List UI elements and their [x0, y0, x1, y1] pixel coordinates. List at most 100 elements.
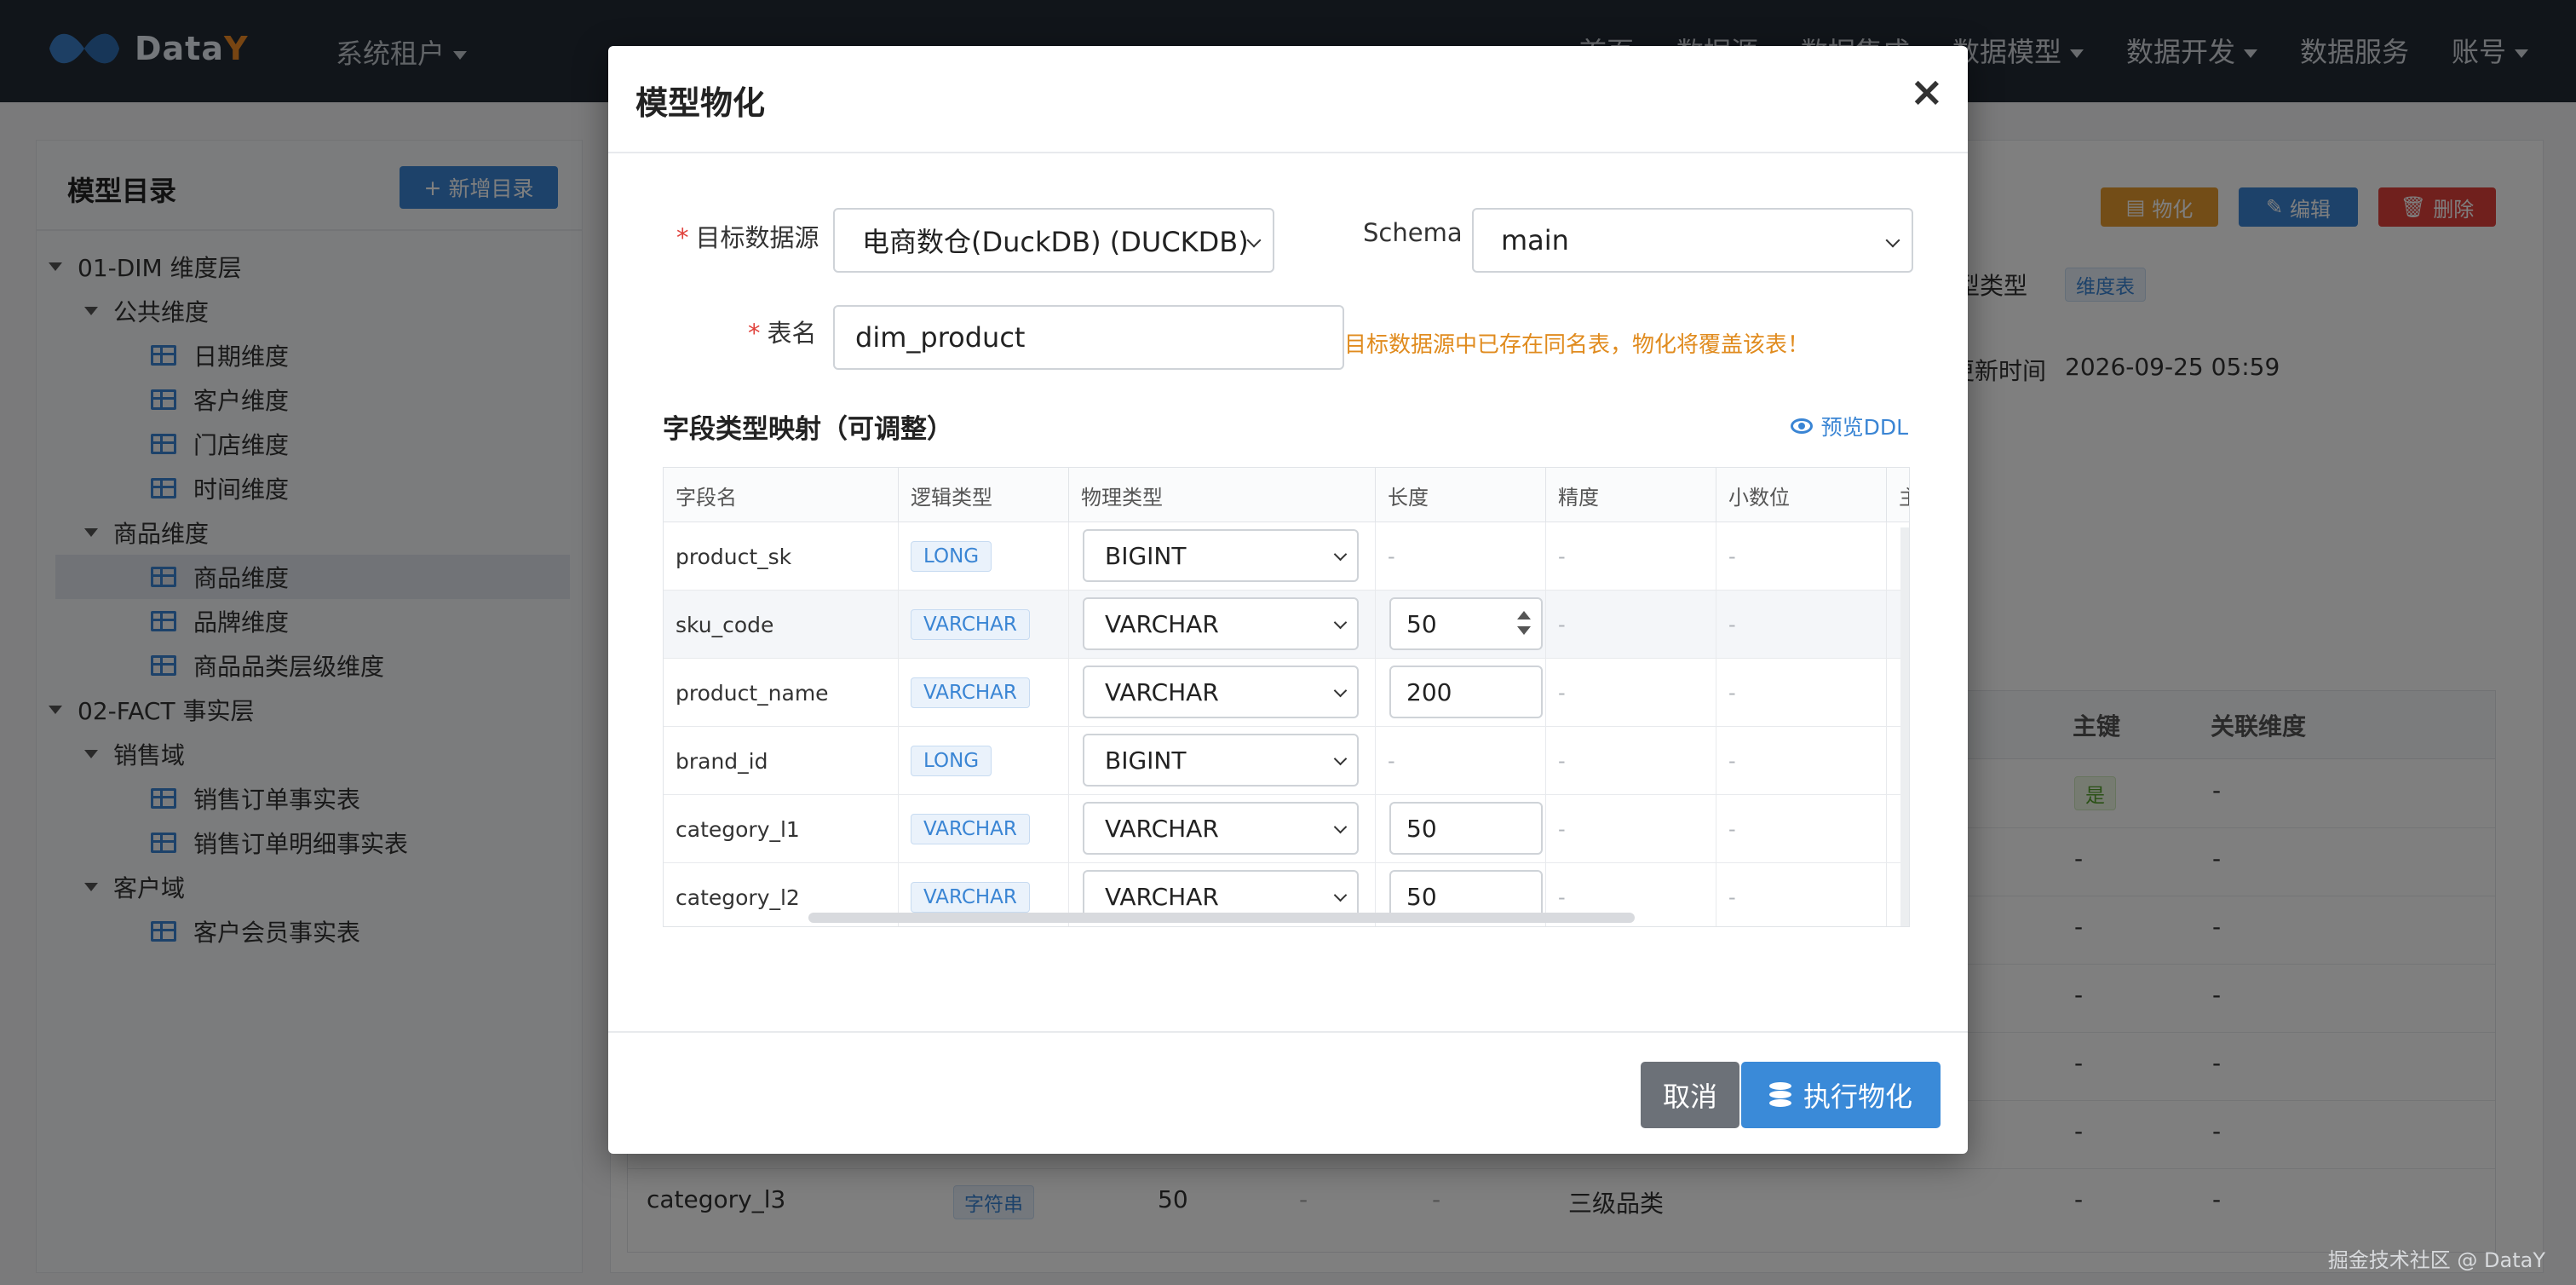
physical-type-select[interactable]: BIGINT — [1083, 529, 1359, 582]
empty-dash: - — [1388, 545, 1395, 568]
scale-cell: - — [1716, 522, 1887, 591]
stepper-arrows-icon[interactable] — [1517, 611, 1531, 638]
modal-header: 模型物化 × — [608, 46, 1968, 153]
physical-type-select[interactable]: VARCHAR — [1083, 666, 1359, 718]
execute-materialize-label: 执行物化 — [1803, 1080, 1912, 1113]
logical-type-badge: VARCHAR — [911, 677, 1030, 708]
cancel-button[interactable]: 取消 — [1641, 1062, 1739, 1128]
column-header: 逻辑类型 — [899, 468, 1069, 522]
length-input[interactable]: 50 — [1389, 597, 1543, 650]
logical-type-badge: VARCHAR — [911, 814, 1030, 844]
precision-cell: - — [1546, 795, 1716, 863]
mapping-row: product_name VARCHAR VARCHAR 200 - - — [664, 659, 1909, 727]
precision-cell: - — [1546, 727, 1716, 795]
chevron-down-icon — [1333, 820, 1348, 834]
physical-type-select[interactable]: BIGINT — [1083, 734, 1359, 787]
schema-label: Schema — [1363, 218, 1463, 247]
empty-dash: - — [1728, 545, 1736, 568]
divider — [608, 1031, 1968, 1033]
physical-type-value: VARCHAR — [1105, 814, 1219, 843]
field-name-cell: brand_id — [664, 727, 899, 795]
schema-select[interactable]: main — [1472, 208, 1913, 273]
scale-cell: - — [1716, 591, 1887, 659]
logical-type-badge: LONG — [911, 746, 992, 776]
mapping-row: sku_code VARCHAR VARCHAR 50 - - — [664, 591, 1909, 659]
table-name-label: * 表名 — [748, 314, 817, 349]
logical-type-cell: VARCHAR — [899, 591, 1069, 659]
chevron-down-icon — [1333, 752, 1348, 766]
eye-icon — [1790, 418, 1813, 434]
mapping-row: brand_id LONG BIGINT - - - — [664, 727, 1909, 795]
empty-dash: - — [1558, 749, 1566, 773]
column-header: 物理类型 — [1069, 468, 1376, 522]
table-name-label-text: 表名 — [767, 319, 817, 348]
column-header: 小数位 — [1716, 468, 1887, 522]
empty-dash: - — [1558, 817, 1566, 841]
physical-type-value: VARCHAR — [1105, 609, 1219, 638]
table-name-input[interactable]: dim_product — [833, 305, 1344, 370]
length-input[interactable]: 50 — [1389, 802, 1543, 855]
required-asterisk: * — [748, 319, 761, 348]
preview-ddl-link[interactable]: 预览DDL — [1790, 411, 1908, 441]
type-mapping-table: 字段名逻辑类型物理类型长度精度小数位主 product_sk LONG BIGINT… — [663, 467, 1910, 927]
length-value: 50 — [1406, 814, 1437, 843]
length-cell: 50 — [1376, 795, 1546, 863]
type-mapping-title: 字段类型映射（可调整） — [663, 414, 953, 445]
execute-materialize-button[interactable]: 执行物化 — [1741, 1062, 1941, 1128]
schema-value: main — [1501, 224, 1569, 256]
modal-title: 模型物化 — [635, 84, 766, 122]
target-datasource-value: 电商数仓(DuckDB) (DUCKDB) — [862, 226, 1249, 258]
column-header: 主 — [1887, 468, 1909, 522]
empty-dash: - — [1728, 885, 1736, 909]
physical-type-cell: BIGINT — [1069, 727, 1376, 795]
precision-cell: - — [1546, 659, 1716, 727]
length-cell: 200 — [1376, 659, 1546, 727]
empty-dash: - — [1728, 681, 1736, 705]
chevron-down-icon — [1333, 888, 1348, 902]
field-name-cell: product_name — [664, 659, 899, 727]
length-value: 50 — [1406, 882, 1437, 911]
physical-type-value: VARCHAR — [1105, 677, 1219, 706]
scale-cell: - — [1716, 727, 1887, 795]
length-cell: - — [1376, 522, 1546, 591]
mapping-row: product_sk LONG BIGINT - - - — [664, 522, 1909, 591]
logical-type-cell: LONG — [899, 522, 1069, 591]
horizontal-scrollbar[interactable] — [808, 913, 1635, 923]
vertical-scrollbar[interactable] — [1900, 527, 1909, 926]
target-datasource-select[interactable]: 电商数仓(DuckDB) (DUCKDB) — [833, 208, 1274, 273]
logical-type-badge: VARCHAR — [911, 882, 1030, 913]
watermark: 掘金技术社区 @ DataY — [2327, 1248, 2545, 1272]
target-datasource-label-text: 目标数据源 — [695, 223, 819, 252]
empty-dash: - — [1558, 613, 1566, 637]
field-name-cell: sku_code — [664, 591, 899, 659]
empty-dash: - — [1728, 613, 1736, 637]
physical-type-cell: BIGINT — [1069, 522, 1376, 591]
chevron-down-icon — [1333, 547, 1348, 562]
chevron-down-icon — [1333, 683, 1348, 698]
empty-dash: - — [1728, 817, 1736, 841]
logical-type-badge: VARCHAR — [911, 609, 1030, 640]
physical-type-select[interactable]: VARCHAR — [1083, 802, 1359, 855]
close-icon[interactable]: × — [1910, 72, 1944, 112]
chevron-down-icon — [1333, 615, 1348, 630]
mapping-row: category_l1 VARCHAR VARCHAR 50 - - — [664, 795, 1909, 863]
table-name-value: dim_product — [855, 321, 1026, 354]
physical-type-select[interactable]: VARCHAR — [1083, 597, 1359, 650]
column-header: 精度 — [1546, 468, 1716, 522]
logical-type-cell: VARCHAR — [899, 795, 1069, 863]
length-input[interactable]: 200 — [1389, 666, 1543, 718]
scale-cell: - — [1716, 659, 1887, 727]
materialize-modal: 模型物化 × * 目标数据源 电商数仓(DuckDB) (DUCKDB) Sche… — [608, 46, 1968, 1154]
physical-type-value: BIGINT — [1105, 746, 1187, 775]
required-asterisk: * — [676, 223, 689, 252]
length-value: 50 — [1406, 609, 1437, 638]
logical-type-cell: VARCHAR — [899, 659, 1069, 727]
empty-dash: - — [1728, 749, 1736, 773]
field-name-cell: product_sk — [664, 522, 899, 591]
logical-type-badge: LONG — [911, 541, 992, 572]
scale-cell: - — [1716, 863, 1887, 926]
empty-dash: - — [1558, 681, 1566, 705]
physical-type-value: BIGINT — [1105, 541, 1187, 570]
scale-cell: - — [1716, 795, 1887, 863]
logical-type-cell: LONG — [899, 727, 1069, 795]
